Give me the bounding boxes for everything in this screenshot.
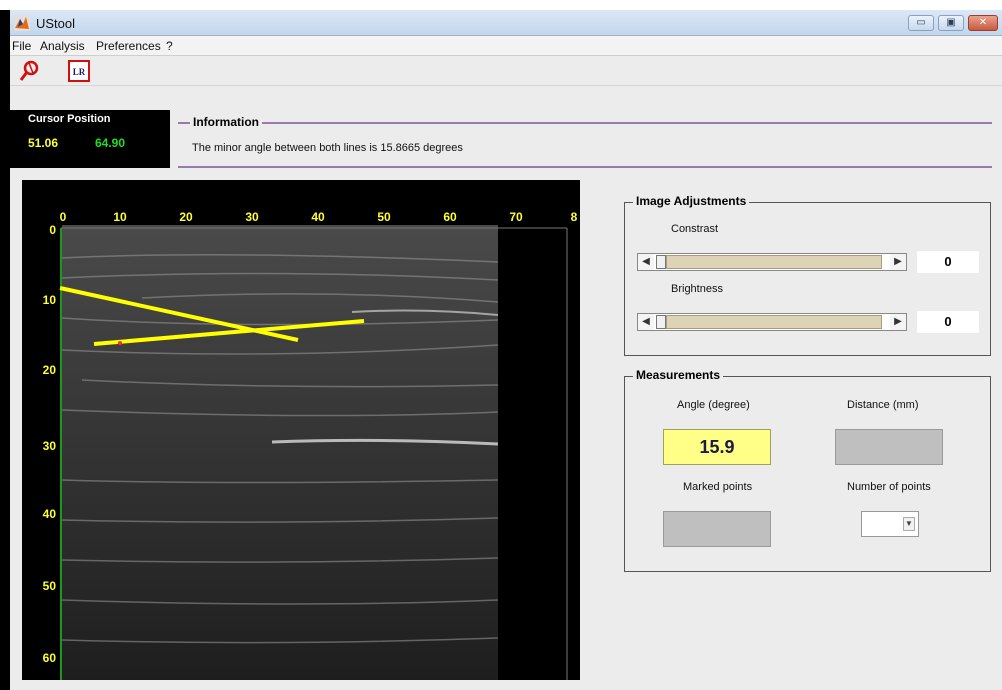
measurements-group: Measurements Angle (degree) 15.9 Distanc… (624, 368, 991, 572)
brightness-label: Brightness (671, 283, 723, 295)
window-title: UStool (36, 16, 76, 31)
x-tick-label: 30 (245, 210, 259, 224)
distance-label: Distance (mm) (847, 399, 919, 411)
information-bottom-border (178, 166, 992, 168)
close-button[interactable]: ✕ (968, 15, 998, 31)
information-title: Information (190, 115, 262, 129)
information-top-border (178, 122, 992, 124)
lr-label: LR (73, 67, 86, 77)
slider-right-arrow-icon[interactable]: ▶ (890, 314, 906, 330)
y-tick-label: 10 (43, 293, 57, 307)
title-bar: UStool ▭ ▣ ✕ (10, 10, 1002, 36)
marked-point (118, 341, 122, 345)
slider-left-arrow-icon[interactable]: ◀ (638, 254, 654, 270)
angle-value-field: 15.9 (663, 429, 771, 465)
matlab-app-icon (14, 15, 30, 31)
x-tick-label: 40 (311, 210, 325, 224)
x-tick-label: 20 (179, 210, 193, 224)
toolbar: LR (10, 56, 1002, 86)
cursor-position-panel: Cursor Position 51.06 64.90 (0, 110, 170, 168)
information-text: The minor angle between both lines is 15… (192, 142, 463, 154)
slider-track[interactable] (666, 315, 882, 329)
angle-label: Angle (degree) (677, 399, 750, 411)
magnifier-icon[interactable] (18, 60, 40, 82)
y-tick-label: 0 (49, 223, 56, 237)
x-tick-label: 60 (443, 210, 457, 224)
cursor-position-title: Cursor Position (26, 113, 113, 125)
ultrasound-image[interactable]: 0 10 20 30 40 50 60 70 8 0 10 20 30 40 5… (22, 180, 580, 680)
slider-right-arrow-icon[interactable]: ▶ (890, 254, 906, 270)
slider-thumb[interactable] (656, 255, 666, 269)
distance-value-field (835, 429, 943, 465)
y-tick-label: 20 (43, 363, 57, 377)
maximize-button[interactable]: ▣ (938, 15, 964, 31)
menu-preferences[interactable]: Preferences (96, 39, 161, 53)
chevron-down-icon[interactable]: ▼ (903, 517, 915, 531)
menu-analysis[interactable]: Analysis (40, 39, 85, 53)
contrast-slider[interactable]: ◀ ▶ (637, 253, 907, 271)
ultrasound-image-panel[interactable]: 0 10 20 30 40 50 60 70 8 0 10 20 30 40 5… (22, 180, 580, 680)
slider-track[interactable] (666, 255, 882, 269)
y-tick-label: 50 (43, 579, 57, 593)
x-tick-label: 0 (60, 210, 67, 224)
menu-bar: File Analysis Preferences ? (10, 36, 1002, 56)
contrast-value[interactable]: 0 (917, 251, 979, 273)
menu-help[interactable]: ? (166, 39, 173, 53)
slider-left-arrow-icon[interactable]: ◀ (638, 314, 654, 330)
cursor-y-value: 64.90 (95, 136, 126, 150)
x-tick-label: 50 (377, 210, 391, 224)
x-tick-label: 10 (113, 210, 127, 224)
contrast-label: Constrast (671, 223, 719, 235)
image-adjustments-title: Image Adjustments (633, 194, 750, 208)
y-tick-label: 40 (43, 507, 57, 521)
marked-points-field (663, 511, 771, 547)
brightness-slider[interactable]: ◀ ▶ (637, 313, 907, 331)
menu-file[interactable]: File (12, 39, 31, 53)
number-of-points-label: Number of points (847, 481, 931, 493)
number-of-points-dropdown[interactable]: ▼ (861, 511, 919, 537)
x-tick-label: 70 (509, 210, 523, 224)
x-tick-label: 8 (571, 210, 578, 224)
image-adjustments-group: Image Adjustments Constrast ◀ ▶ 0 Bright… (624, 194, 991, 356)
measurements-title: Measurements (633, 368, 724, 382)
y-tick-label: 60 (43, 651, 57, 665)
brightness-value[interactable]: 0 (917, 311, 979, 333)
slider-thumb[interactable] (656, 315, 666, 329)
cursor-x-value: 51.06 (28, 136, 59, 150)
marked-points-label: Marked points (683, 481, 753, 493)
minimize-button[interactable]: ▭ (908, 15, 934, 31)
y-tick-label: 30 (43, 439, 57, 453)
lr-icon[interactable]: LR (68, 60, 90, 82)
